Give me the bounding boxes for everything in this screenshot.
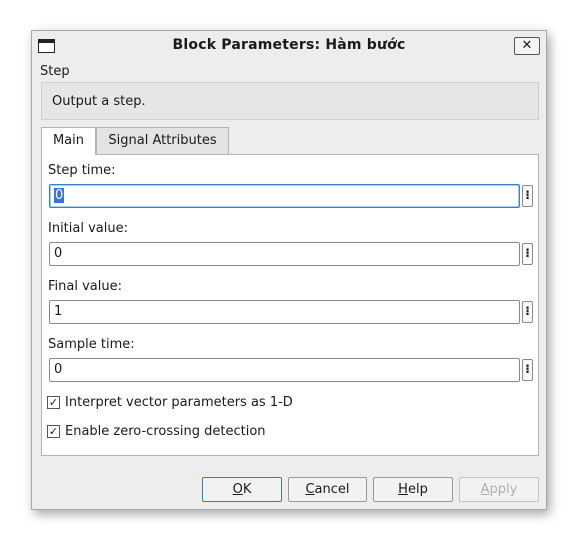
interpret-vector-label[interactable]: Interpret vector parameters as 1-D <box>65 395 293 410</box>
help-mnemonic: H <box>398 482 408 497</box>
initial-value-input[interactable]: 0 <box>49 242 520 266</box>
cancel-label-rest: ancel <box>314 482 350 497</box>
sample-time-input[interactable]: 0 <box>49 358 520 382</box>
block-type-label: Step <box>40 64 70 79</box>
block-description-box: Output a step. <box>41 82 539 120</box>
close-button[interactable]: ✕ <box>514 37 540 55</box>
step-time-input[interactable]: 0 <box>49 184 520 208</box>
apply-button[interactable]: Apply <box>459 477 539 502</box>
ok-button[interactable]: OK <box>202 477 282 502</box>
step-time-value: 0 <box>54 188 65 203</box>
ok-mnemonic: O <box>232 482 243 497</box>
title-bar[interactable]: Block Parameters: Hàm bước ✕ <box>32 31 546 59</box>
help-label-rest: elp <box>407 482 428 497</box>
final-value-input[interactable]: 1 <box>49 300 520 324</box>
sample-time-menu-button[interactable]: ⁝ <box>522 359 533 381</box>
zero-crossing-checkbox[interactable]: ✓ <box>47 425 60 438</box>
ok-label-rest: K <box>242 482 252 497</box>
cancel-button[interactable]: Cancel <box>288 477 367 502</box>
tab-signal-attributes[interactable]: Signal Attributes <box>96 127 229 154</box>
apply-mnemonic: A <box>480 482 490 497</box>
block-description: Output a step. <box>52 94 146 109</box>
sample-time-label: Sample time: <box>48 337 135 352</box>
zero-crossing-label[interactable]: Enable zero-crossing detection <box>65 424 266 439</box>
apply-label-rest: pply <box>489 482 518 497</box>
window-title: Block Parameters: Hàm bước <box>172 37 406 53</box>
final-value-menu-button[interactable]: ⁝ <box>522 301 533 323</box>
block-parameters-dialog: Block Parameters: Hàm bước ✕ Step Output… <box>31 30 547 510</box>
step-time-menu-button[interactable]: ⁝ <box>522 185 533 207</box>
initial-value-menu-button[interactable]: ⁝ <box>522 243 533 265</box>
interpret-vector-checkbox[interactable]: ✓ <box>47 396 60 409</box>
initial-value-label: Initial value: <box>48 221 128 236</box>
cancel-mnemonic: C <box>305 482 315 497</box>
tab-main[interactable]: Main <box>41 127 96 155</box>
help-button[interactable]: Help <box>373 477 453 502</box>
main-tab-panel: Step time: 0 ⁝ Initial value: 0 ⁝ Final … <box>41 154 539 456</box>
step-time-label: Step time: <box>48 163 116 178</box>
final-value-label: Final value: <box>48 279 122 294</box>
